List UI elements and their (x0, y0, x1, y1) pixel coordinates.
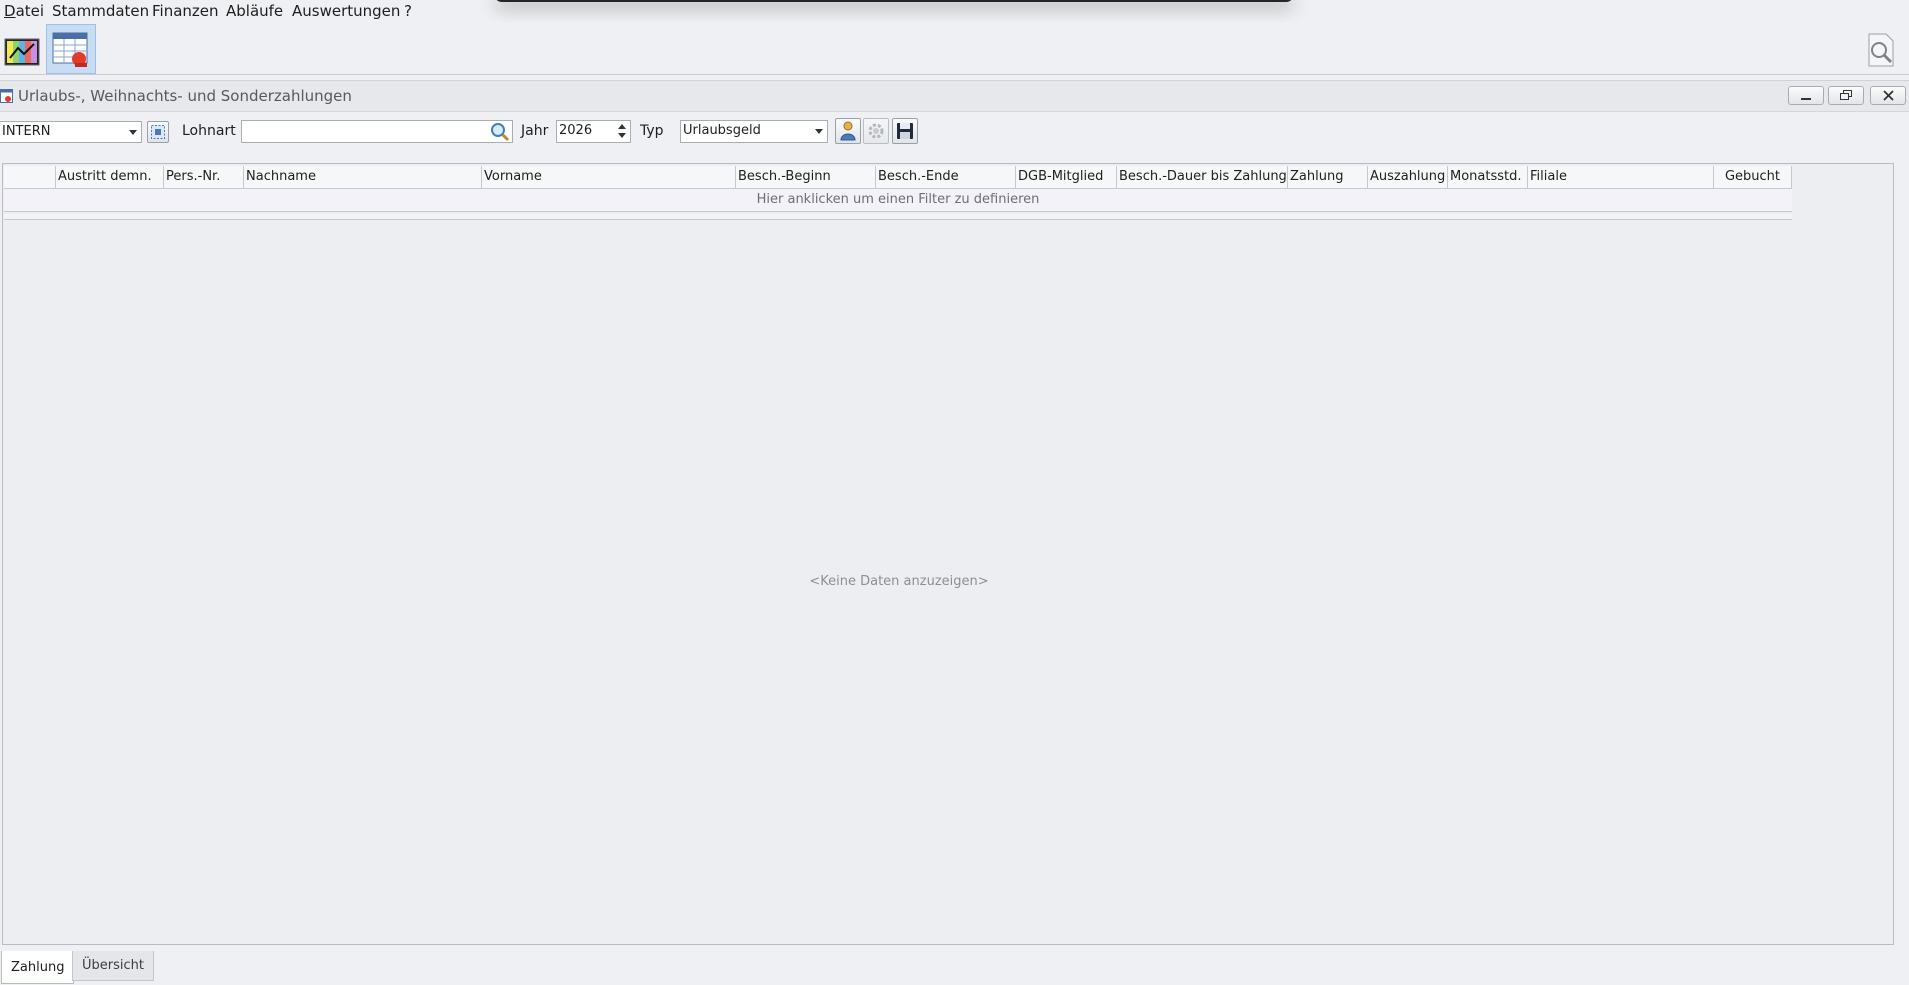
typ-select[interactable]: Urlaubsgeld (680, 120, 828, 143)
window-title: Urlaubs-, Weihnachts- und Sonderzahlunge… (18, 87, 352, 105)
tab-uebersicht[interactable]: Übersicht (72, 951, 154, 981)
restore-icon (1840, 90, 1852, 100)
column-header-vorname[interactable]: Vorname (482, 166, 736, 188)
menu-bar: Datei Stammdaten Finanzen Abläufe Auswer… (0, 0, 1909, 22)
jahr-value: 2026 (559, 123, 593, 138)
filter-row[interactable]: Hier anklicken um einen Filter zu defini… (4, 189, 1792, 212)
jahr-spinner[interactable]: 2026 (556, 120, 631, 143)
column-header-gebucht[interactable]: Gebucht (1714, 166, 1792, 188)
close-icon (1882, 90, 1894, 101)
select-all-button[interactable] (147, 121, 169, 143)
chart-colors-button[interactable] (1, 32, 43, 72)
grid-header: Austritt demn. Pers.-Nr. Nachname Vornam… (4, 166, 1792, 189)
overlay-window-edge (494, 0, 1294, 2)
window-app-icon (0, 89, 13, 103)
data-grid[interactable]: Austritt demn. Pers.-Nr. Nachname Vornam… (2, 163, 1894, 945)
menu-ablaeufe[interactable]: Abläufe (226, 2, 283, 20)
column-header-dgb-mitglied[interactable]: DGB-Mitglied (1016, 166, 1117, 188)
minimize-icon (1801, 97, 1811, 100)
calculate-button[interactable] (863, 118, 889, 144)
menu-auswertungen[interactable]: Auswertungen (292, 2, 400, 20)
minimize-button[interactable] (1788, 86, 1824, 105)
tab-bar: Zahlung Übersicht (0, 950, 1909, 985)
search-icon[interactable] (490, 122, 510, 142)
person-icon (840, 121, 856, 141)
chevron-down-icon (815, 129, 823, 134)
lohnart-input[interactable] (241, 120, 513, 143)
jahr-label: Jahr (521, 123, 549, 139)
save-icon (897, 123, 913, 139)
column-header-filiale[interactable]: Filiale (1528, 166, 1714, 188)
preview-search-button[interactable] (1862, 30, 1900, 70)
toolbar (0, 22, 1909, 75)
column-header-zahlung[interactable]: Zahlung (1288, 166, 1368, 188)
payments-table-button[interactable] (46, 24, 96, 74)
column-header-monatsstd[interactable]: Monatsstd. (1448, 166, 1528, 188)
spin-up-icon[interactable] (618, 124, 626, 129)
column-header-besch-beginn[interactable]: Besch.-Beginn (736, 166, 876, 188)
chevron-down-icon (129, 130, 137, 135)
child-window-titlebar: Urlaubs-, Weihnachts- und Sonderzahlunge… (0, 80, 1909, 112)
column-header-besch-dauer[interactable]: Besch.-Dauer bis Zahlung (1117, 166, 1288, 188)
save-button[interactable] (892, 118, 918, 144)
typ-select-value: Urlaubsgeld (683, 123, 761, 138)
typ-label: Typ (640, 123, 664, 139)
company-select[interactable]: INTERN (0, 121, 142, 143)
tab-zahlung[interactable]: Zahlung (1, 951, 75, 984)
chart-colors-icon (4, 38, 40, 66)
gear-icon (868, 123, 884, 139)
company-select-value: INTERN (2, 124, 51, 139)
grid-new-row (4, 214, 1792, 220)
selection-box-icon (151, 125, 165, 139)
close-button[interactable] (1870, 86, 1906, 105)
column-header-pers-nr[interactable]: Pers.-Nr. (164, 166, 244, 188)
menu-finanzen[interactable]: Finanzen (152, 2, 219, 20)
menu-help[interactable]: ? (404, 2, 412, 20)
empty-state-text: <Keine Daten anzuzeigen> (809, 574, 989, 589)
column-header-auszahlung[interactable]: Auszahlung (1368, 166, 1448, 188)
column-header-besch-ende[interactable]: Besch.-Ende (876, 166, 1016, 188)
column-header-austritt[interactable]: Austritt demn. (56, 166, 164, 188)
menu-datei[interactable]: Datei (4, 2, 44, 20)
employee-button[interactable] (835, 118, 861, 144)
document-search-icon (1868, 33, 1894, 67)
column-header-nachname[interactable]: Nachname (244, 166, 482, 188)
spin-down-icon[interactable] (618, 133, 626, 138)
lohnart-label: Lohnart (182, 123, 236, 139)
filter-bar: INTERN Lohnart Jahr 2026 Typ Urlaubsgeld (0, 112, 1909, 152)
restore-button[interactable] (1828, 86, 1864, 105)
table-calendar-icon (52, 32, 88, 67)
menu-stammdaten[interactable]: Stammdaten (52, 2, 149, 20)
column-header-indicator[interactable] (4, 166, 56, 188)
